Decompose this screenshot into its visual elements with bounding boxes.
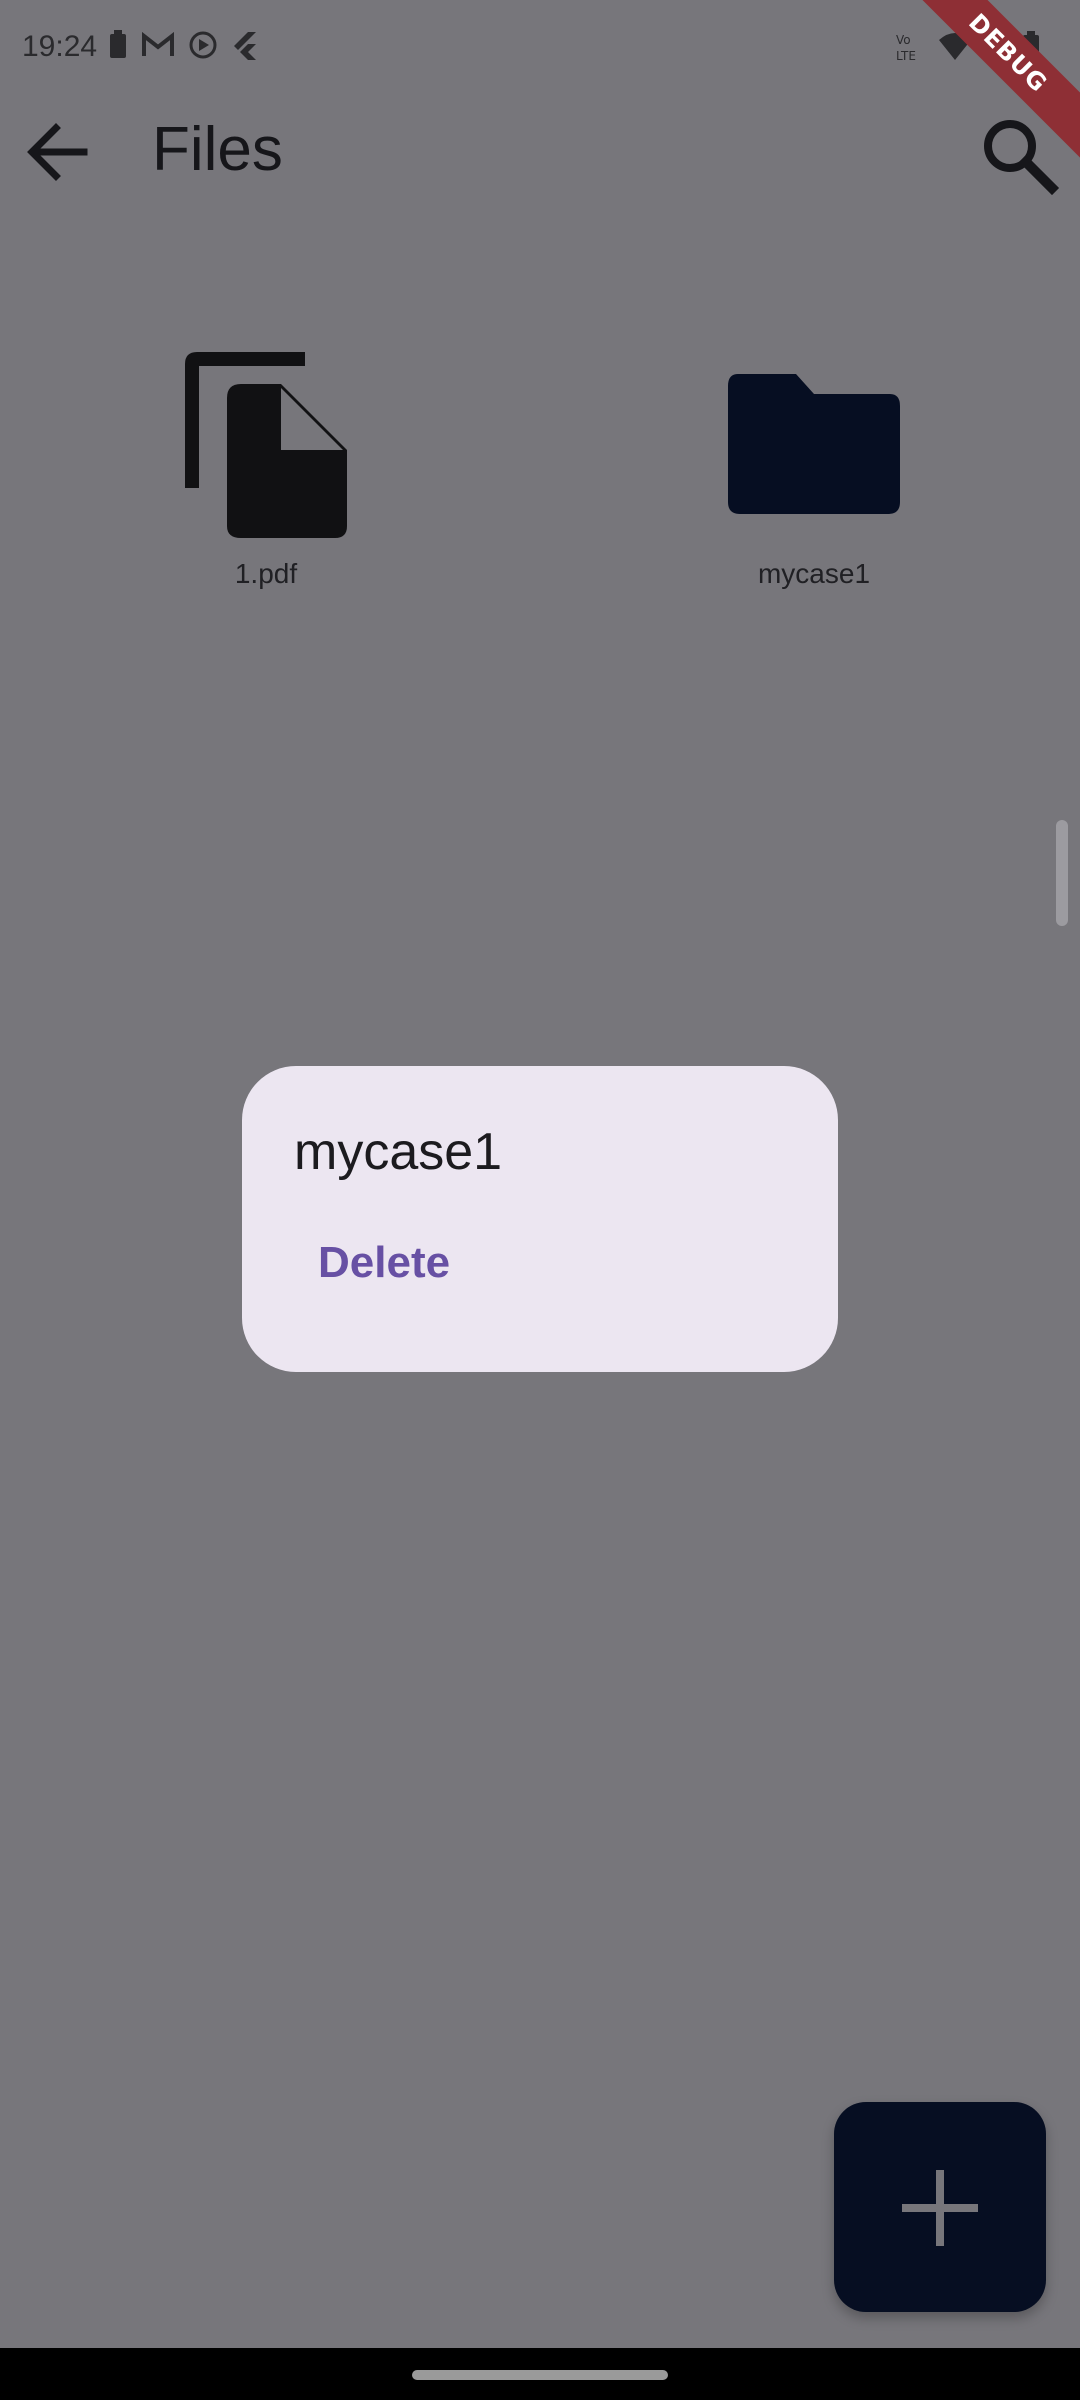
options-dialog: mycase1 Delete bbox=[242, 1066, 838, 1372]
delete-option[interactable]: Delete bbox=[318, 1238, 450, 1288]
add-icon bbox=[902, 2170, 978, 2246]
back-button[interactable] bbox=[22, 116, 94, 188]
play-icon bbox=[188, 30, 218, 65]
file-item-1-pdf[interactable]: 1.pdf bbox=[116, 348, 416, 590]
flutter-icon bbox=[232, 30, 260, 65]
navigation-bar bbox=[0, 2348, 1080, 2400]
gmail-icon bbox=[142, 31, 174, 63]
add-button[interactable] bbox=[834, 2102, 1046, 2312]
svg-text:LTE: LTE bbox=[896, 49, 916, 63]
notification-icons bbox=[108, 30, 260, 65]
search-button[interactable] bbox=[976, 112, 1060, 196]
folder-item-mycase1[interactable]: mycase1 bbox=[664, 372, 964, 590]
status-bar: 19:24 Vo LTE DEBUG bbox=[0, 0, 1080, 176]
folder-name: mycase1 bbox=[757, 558, 871, 589]
page-title: Files bbox=[152, 115, 283, 184]
search-icon bbox=[984, 120, 1060, 196]
file-copy-icon bbox=[185, 352, 347, 538]
dialog-title: mycase1 bbox=[294, 1123, 503, 1181]
home-gesture-handle[interactable] bbox=[412, 2370, 668, 2380]
svg-text:Vo: Vo bbox=[896, 33, 911, 47]
app-bar: Files bbox=[0, 100, 1080, 196]
battery-saver-icon bbox=[108, 30, 128, 65]
volte-icon: Vo LTE bbox=[894, 30, 928, 69]
status-time: 19:24 bbox=[22, 30, 98, 63]
folder-icon bbox=[728, 374, 900, 514]
scrollbar-thumb[interactable] bbox=[1056, 820, 1068, 926]
arrow-back-icon bbox=[27, 123, 88, 181]
file-name: 1.pdf bbox=[234, 558, 298, 589]
